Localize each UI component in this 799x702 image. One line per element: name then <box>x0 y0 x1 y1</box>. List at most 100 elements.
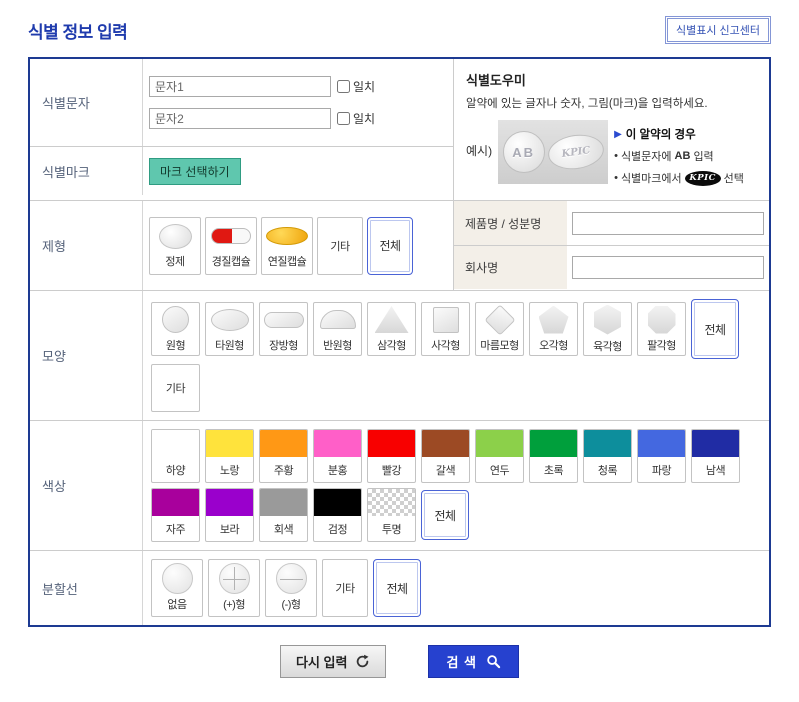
shape-option-semicircle[interactable]: 반원형 <box>313 302 362 356</box>
match-checkbox-1[interactable] <box>337 80 350 93</box>
icon-slot <box>594 304 621 335</box>
color-option-green[interactable]: 초록 <box>529 429 578 483</box>
option-label: 오각형 <box>539 340 568 352</box>
option-label: 갈색 <box>435 464 456 477</box>
note1-strong: AB <box>674 150 691 162</box>
score-option-none[interactable]: 없음 <box>151 559 203 617</box>
option-label: 회색 <box>273 523 294 536</box>
option-label: 정제 <box>165 256 185 268</box>
shape-option-circle[interactable]: 원형 <box>151 302 200 356</box>
color-option-teal[interactable]: 청록 <box>583 429 632 483</box>
color-option-all[interactable]: 전체 <box>421 490 469 540</box>
identification-left: 식별문자 일치 일 <box>30 59 454 200</box>
icon-slot <box>266 222 308 250</box>
option-label: 기타 <box>165 383 186 395</box>
color-swatch <box>260 430 307 457</box>
shape-option-octagon[interactable]: 팔각형 <box>637 302 686 356</box>
shape-option-etc[interactable]: 기타 <box>151 364 200 412</box>
score-option-etc[interactable]: 기타 <box>322 559 368 617</box>
char-input-2[interactable] <box>149 108 331 129</box>
shape-option-all[interactable]: 전체 <box>691 299 739 359</box>
color-option-pink[interactable]: 분홍 <box>313 429 362 483</box>
color-row: 색상 하양 노랑 주황 분홍 빨강 갈색 연두 초록 청록 파랑 남색 자주 보… <box>30 421 769 551</box>
shape-option-square[interactable]: 사각형 <box>421 302 470 356</box>
shape-option-triangle[interactable]: 삼각형 <box>367 302 416 356</box>
report-center-button[interactable]: 식별표시 신고센터 <box>664 16 771 44</box>
color-option-yellow-green[interactable]: 연두 <box>475 429 524 483</box>
row-label-id-char: 식별문자 <box>30 59 143 146</box>
shape-option-oblong[interactable]: 장방형 <box>259 302 308 356</box>
color-option-blue[interactable]: 파랑 <box>637 429 686 483</box>
color-swatch <box>206 430 253 457</box>
dosage-option-soft-capsule[interactable]: 연질캡슐 <box>261 216 313 275</box>
color-option-black[interactable]: 검정 <box>313 488 362 542</box>
score-line-row: 분할선 없음 (+)형 (-)형 기타 전체 <box>30 551 769 625</box>
shape-option-hexagon[interactable]: 육각형 <box>583 302 632 356</box>
color-option-white[interactable]: 하양 <box>151 429 200 483</box>
mark-select-button[interactable]: 마크 선택하기 <box>149 157 241 185</box>
arrow-right-icon: ▶ <box>614 128 622 140</box>
product-name-input[interactable] <box>572 211 764 235</box>
color-option-transparent[interactable]: 투명 <box>367 488 416 542</box>
dosage-option-hard-capsule[interactable]: 경질캡슐 <box>205 216 257 275</box>
option-label: 팔각형 <box>647 340 676 352</box>
option-label: 기타 <box>330 240 350 253</box>
identification-helper-panel: 식별도우미 알약에 있는 글자나 숫자, 그림(마크)을 입력하세요. 예시) … <box>454 59 769 200</box>
icon-slot <box>275 563 307 594</box>
search-button[interactable]: 검 색 <box>428 645 519 678</box>
shape-option-diamond[interactable]: 마름모형 <box>475 302 524 356</box>
score-option-plus[interactable]: (+)형 <box>208 559 260 617</box>
color-option-red[interactable]: 빨강 <box>367 429 416 483</box>
row-label-score-line: 분할선 <box>30 551 143 625</box>
example-case-title: ▶ 이 알약의 경우 <box>614 126 757 142</box>
hexagon-shape-icon <box>594 304 621 335</box>
icon-slot <box>483 303 516 336</box>
char-line-1: 일치 <box>149 76 453 97</box>
soft-capsule-icon <box>266 227 308 245</box>
shape-option-ellipse[interactable]: 타원형 <box>205 302 254 356</box>
match-checkbox-2[interactable] <box>337 112 350 125</box>
score-option-minus[interactable]: (-)형 <box>265 559 317 617</box>
example-pill-images: AB KPIC <box>498 120 609 184</box>
option-label: 육각형 <box>593 340 622 353</box>
option-label: 검정 <box>327 523 348 536</box>
icon-slot <box>158 222 192 250</box>
case-title-text: 이 알약의 경우 <box>625 129 696 141</box>
search-button-label: 검 색 <box>446 655 477 670</box>
product-name-label: 제품명 / 성분명 <box>454 201 567 245</box>
dosage-option-tablet[interactable]: 정제 <box>149 216 201 275</box>
color-option-purple[interactable]: 보라 <box>205 488 254 542</box>
reset-button[interactable]: 다시 입력 <box>280 645 387 678</box>
match-label-2: 일치 <box>353 112 376 126</box>
option-label: 원형 <box>165 340 186 352</box>
reset-button-label: 다시 입력 <box>296 655 348 670</box>
company-name-input[interactable] <box>572 256 764 279</box>
color-option-gray[interactable]: 회색 <box>259 488 308 542</box>
option-label: 자주 <box>165 523 186 536</box>
refresh-icon <box>357 654 369 668</box>
color-swatch <box>314 430 361 457</box>
option-label: 타원형 <box>215 340 244 352</box>
dosage-option-etc[interactable]: 기타 <box>317 216 363 275</box>
icon-slot <box>647 305 676 334</box>
shape-option-pentagon[interactable]: 오각형 <box>529 302 578 356</box>
dosage-option-all[interactable]: 전체 <box>367 216 413 275</box>
char-input-1[interactable] <box>149 76 331 97</box>
row-label-id-mark: 식별마크 <box>30 147 143 195</box>
icon-slot <box>319 305 356 334</box>
score-option-all[interactable]: 전체 <box>373 559 421 617</box>
color-option-yellow[interactable]: 노랑 <box>205 429 254 483</box>
dosage-form-options: 정제 경질캡슐 연질캡슐 기타 전체 <box>143 201 453 290</box>
ellipse-shape-icon <box>210 308 249 331</box>
icon-slot <box>432 305 459 334</box>
char-line-2: 일치 <box>149 108 453 129</box>
helper-example: 예시) AB KPIC ▶ 이 알약의 경우 • 식별문자에 AB 입력 • 식… <box>466 120 757 192</box>
color-option-navy[interactable]: 남색 <box>691 429 740 483</box>
color-option-orange[interactable]: 주황 <box>259 429 308 483</box>
oblong-shape-icon <box>263 311 304 328</box>
color-option-magenta[interactable]: 자주 <box>151 488 200 542</box>
search-form-panel: 식별문자 일치 일 <box>28 57 771 627</box>
id-mark-row: 식별마크 마크 선택하기 <box>30 147 453 195</box>
icon-slot <box>538 305 569 334</box>
color-option-brown[interactable]: 갈색 <box>421 429 470 483</box>
